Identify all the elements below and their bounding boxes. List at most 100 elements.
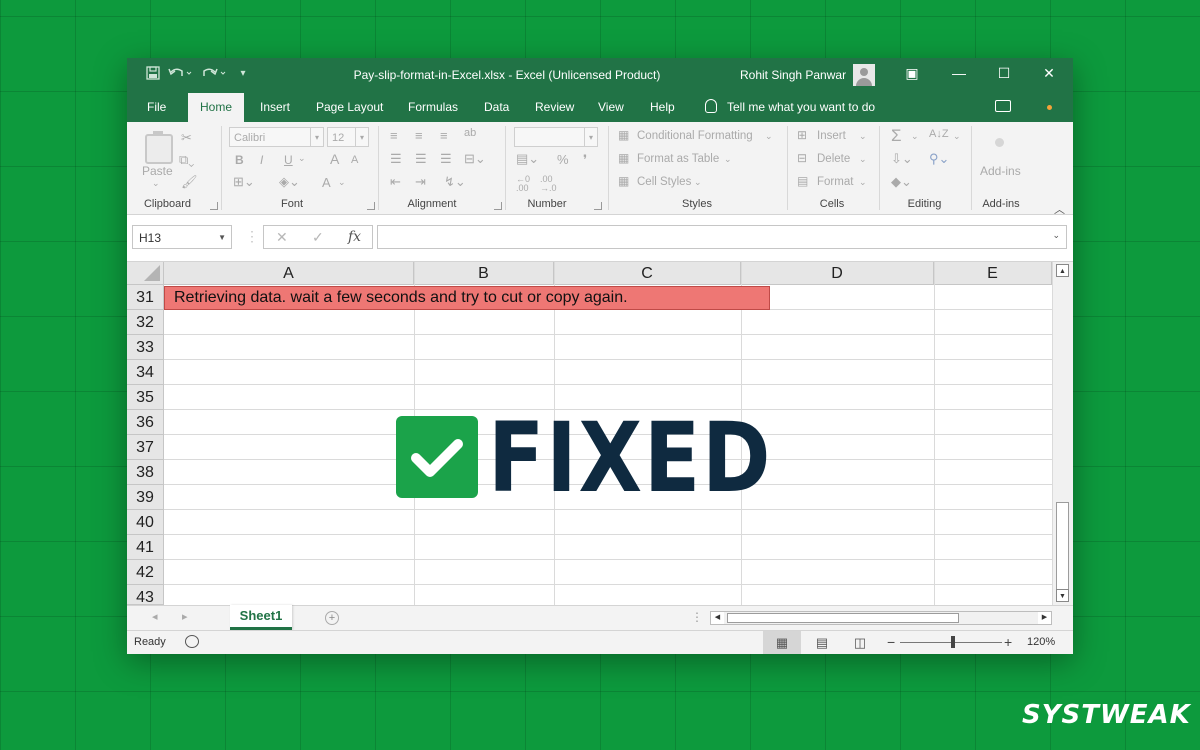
formula-input[interactable]: ⌄ bbox=[377, 225, 1067, 249]
row-header-39[interactable]: 39 bbox=[127, 485, 164, 510]
cut-icon[interactable]: ✂ bbox=[181, 130, 192, 146]
user-name[interactable]: Rohit Singh Panwar bbox=[740, 68, 846, 82]
ribbon-display-options-icon[interactable]: ▣ bbox=[902, 65, 922, 82]
autosum-button[interactable]: Σ bbox=[891, 126, 902, 146]
wrap-text-icon[interactable]: ↯⌄ bbox=[444, 174, 466, 190]
find-select-icon[interactable]: ⚲⌄ bbox=[929, 151, 949, 167]
row-header-36[interactable]: 36 bbox=[127, 410, 164, 435]
page-layout-view-icon[interactable]: ▤ bbox=[803, 631, 841, 654]
increase-font-button[interactable]: A bbox=[330, 151, 339, 167]
tab-file[interactable]: File bbox=[135, 93, 178, 122]
format-as-table-dropdown-icon[interactable]: ⌄ bbox=[724, 154, 732, 165]
increase-indent-icon[interactable]: ⇥ bbox=[415, 174, 426, 190]
font-color-button[interactable]: A bbox=[322, 175, 331, 190]
column-header-b[interactable]: B bbox=[414, 262, 554, 285]
clipboard-launcher-icon[interactable] bbox=[210, 202, 218, 210]
center-icon[interactable]: ☰ bbox=[415, 151, 427, 167]
row-header-32[interactable]: 32 bbox=[127, 310, 164, 335]
middle-align-icon[interactable]: ≡ bbox=[415, 128, 423, 143]
tab-home[interactable]: Home bbox=[188, 93, 244, 122]
delete-cells-dropdown-icon[interactable]: ⌄ bbox=[859, 154, 867, 165]
column-header-a[interactable]: A bbox=[164, 262, 414, 285]
merge-center-icon[interactable]: ⊟⌄ bbox=[464, 151, 486, 167]
fill-color-icon[interactable]: ◈⌄ bbox=[279, 174, 300, 190]
accounting-format-icon[interactable]: ▤⌄ bbox=[516, 151, 539, 167]
row-header-42[interactable]: 42 bbox=[127, 560, 164, 585]
insert-cells-button[interactable]: Insert bbox=[817, 130, 846, 142]
font-name-select[interactable]: Calibri▾ bbox=[229, 127, 324, 147]
font-color-dropdown-icon[interactable]: ⌄ bbox=[338, 177, 346, 188]
decrease-font-button[interactable]: A bbox=[351, 154, 358, 166]
align-right-icon[interactable]: ☰ bbox=[440, 151, 452, 167]
minimize-icon[interactable]: — bbox=[949, 65, 969, 81]
sort-filter-dropdown-icon[interactable]: ⌄ bbox=[953, 131, 961, 142]
horizontal-scrollbar[interactable]: ◀ ▶ bbox=[710, 611, 1052, 625]
italic-button[interactable]: I bbox=[260, 153, 263, 167]
alignment-launcher-icon[interactable] bbox=[494, 202, 502, 210]
scroll-up-icon[interactable]: ▲ bbox=[1056, 264, 1069, 277]
orientation-icon[interactable]: ab bbox=[464, 127, 476, 139]
format-cells-dropdown-icon[interactable]: ⌄ bbox=[859, 177, 867, 188]
font-size-select[interactable]: 12▾ bbox=[327, 127, 369, 147]
row-header-33[interactable]: 33 bbox=[127, 335, 164, 360]
format-as-table-button[interactable]: Format as Table bbox=[637, 153, 719, 165]
row-header-34[interactable]: 34 bbox=[127, 360, 164, 385]
add-sheet-icon[interactable]: + bbox=[325, 611, 339, 625]
top-align-icon[interactable]: ≡ bbox=[390, 128, 398, 143]
sheet-tab-sheet1[interactable]: Sheet1 bbox=[230, 605, 292, 630]
bottom-align-icon[interactable]: ≡ bbox=[440, 128, 448, 143]
vertical-scrollbar[interactable]: ▲ ▼ bbox=[1052, 262, 1073, 605]
tab-view[interactable]: View bbox=[586, 93, 636, 122]
sort-filter-button[interactable]: A↓Z bbox=[929, 128, 949, 140]
tell-me-search[interactable]: Tell me what you want to do bbox=[705, 93, 875, 122]
cancel-icon[interactable]: ✕ bbox=[276, 229, 288, 246]
addins-button[interactable]: Add-ins bbox=[980, 164, 1021, 178]
decrease-decimal-icon[interactable]: .00→.0 bbox=[540, 175, 557, 193]
accessibility-check-icon[interactable] bbox=[185, 635, 199, 648]
percent-button[interactable]: % bbox=[557, 152, 569, 167]
name-box[interactable]: H13▼ bbox=[132, 225, 232, 249]
font-launcher-icon[interactable] bbox=[367, 202, 375, 210]
tab-formulas[interactable]: Formulas bbox=[396, 93, 470, 122]
scroll-down-icon[interactable]: ▼ bbox=[1056, 589, 1069, 602]
tab-insert[interactable]: Insert bbox=[248, 93, 302, 122]
row-header-41[interactable]: 41 bbox=[127, 535, 164, 560]
enter-icon[interactable]: ✓ bbox=[312, 229, 324, 246]
fill-icon[interactable]: ⇩⌄ bbox=[891, 151, 913, 167]
paste-dropdown-icon[interactable]: ⌄ bbox=[152, 178, 160, 189]
tab-split-handle-icon[interactable]: ⋮ bbox=[691, 610, 703, 624]
paste-button[interactable]: Paste bbox=[142, 164, 173, 178]
maximize-icon[interactable]: ☐ bbox=[994, 65, 1014, 82]
bold-button[interactable]: B bbox=[235, 153, 244, 167]
align-left-icon[interactable]: ☰ bbox=[390, 151, 402, 167]
page-break-preview-icon[interactable]: ◫ bbox=[841, 631, 879, 654]
zoom-level[interactable]: 120% bbox=[1027, 636, 1055, 648]
column-header-d[interactable]: D bbox=[741, 262, 934, 285]
row-header-37[interactable]: 37 bbox=[127, 435, 164, 460]
delete-cells-button[interactable]: Delete bbox=[817, 153, 850, 165]
horizontal-scroll-thumb[interactable] bbox=[727, 613, 959, 623]
next-sheet-icon[interactable]: ▸ bbox=[182, 610, 188, 623]
row-header-35[interactable]: 35 bbox=[127, 385, 164, 410]
insert-cells-dropdown-icon[interactable]: ⌄ bbox=[859, 131, 867, 142]
tab-data[interactable]: Data bbox=[472, 93, 521, 122]
underline-dropdown-icon[interactable]: ⌄ bbox=[298, 153, 306, 164]
copy-icon[interactable]: ⧉⌄ bbox=[179, 152, 194, 168]
cell-styles-dropdown-icon[interactable]: ⌄ bbox=[694, 177, 702, 188]
normal-view-icon[interactable]: ▦ bbox=[763, 631, 801, 654]
underline-button[interactable]: U bbox=[284, 153, 293, 167]
tab-review[interactable]: Review bbox=[523, 93, 586, 122]
borders-icon[interactable]: ⊞⌄ bbox=[233, 174, 255, 190]
row-header-43[interactable]: 43 bbox=[127, 585, 164, 605]
vertical-scroll-thumb[interactable] bbox=[1056, 502, 1069, 594]
format-painter-icon[interactable]: 🖌 bbox=[181, 174, 198, 190]
decrease-indent-icon[interactable]: ⇤ bbox=[390, 174, 401, 190]
scroll-left-icon[interactable]: ◀ bbox=[711, 612, 724, 624]
insert-function-icon[interactable]: fx bbox=[348, 229, 361, 245]
name-box-dropdown-icon[interactable]: ▼ bbox=[218, 226, 226, 250]
tab-help[interactable]: Help bbox=[638, 93, 687, 122]
close-icon[interactable]: ✕ bbox=[1039, 65, 1059, 82]
number-launcher-icon[interactable] bbox=[594, 202, 602, 210]
autosum-dropdown-icon[interactable]: ⌄ bbox=[911, 131, 919, 142]
prev-sheet-icon[interactable]: ◂ bbox=[152, 610, 158, 623]
